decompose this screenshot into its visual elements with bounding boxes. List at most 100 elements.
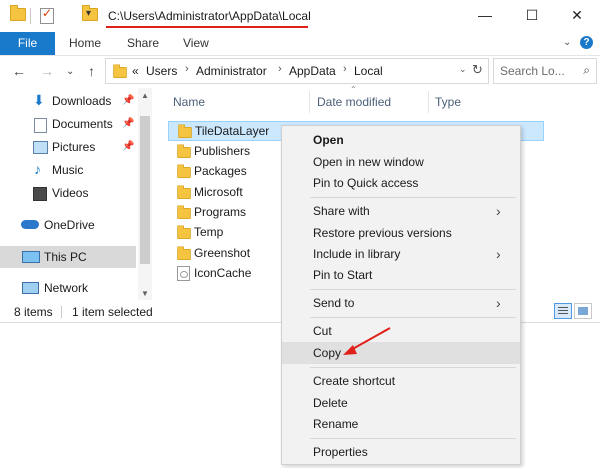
file-icon	[177, 266, 190, 281]
help-icon[interactable]: ?	[580, 36, 593, 49]
chevron-right-icon[interactable]: ›	[343, 63, 347, 75]
documents-icon	[34, 118, 47, 133]
recent-locations-icon[interactable]: ⌄	[66, 66, 74, 77]
annotation-underline	[106, 26, 308, 28]
ribbon-expand-icon[interactable]: ⌄	[563, 37, 571, 48]
menu-item-delete[interactable]: Delete	[282, 392, 520, 414]
large-icons-view-icon	[578, 307, 588, 315]
nav-item-onedrive[interactable]: OneDrive	[0, 214, 136, 236]
chevron-right-icon[interactable]: ›	[278, 63, 282, 75]
menu-item-rename[interactable]: Rename	[282, 413, 520, 435]
nav-item-this-pc[interactable]: This PC	[0, 246, 136, 268]
menu-label: Include in library	[313, 247, 401, 261]
column-header-name[interactable]: Name	[173, 95, 205, 109]
pin-icon[interactable]: 📌	[122, 136, 134, 158]
folder-icon	[177, 185, 191, 200]
file-name: IconCache	[194, 266, 252, 280]
search-placeholder: Search Lo...	[500, 64, 565, 78]
menu-item-cut[interactable]: Cut	[282, 320, 520, 342]
pictures-icon	[33, 141, 48, 154]
selection-count: 1 item selected	[72, 305, 153, 319]
pin-icon[interactable]: 📌	[122, 113, 134, 135]
menu-item-pin-to-start[interactable]: Pin to Start	[282, 264, 520, 286]
up-button[interactable]: ↑	[88, 63, 95, 79]
nav-scrollbar-thumb[interactable]	[140, 116, 150, 264]
menu-item-share-with[interactable]: Share with ›	[282, 200, 520, 222]
chevron-right-icon: ›	[496, 203, 501, 219]
nav-label: Network	[44, 281, 89, 295]
nav-item-pictures[interactable]: Pictures 📌	[0, 136, 136, 158]
properties-icon[interactable]	[40, 6, 54, 24]
nav-label: Pictures	[52, 140, 96, 154]
menu-separator	[310, 197, 516, 198]
breadcrumb-users[interactable]: Users	[146, 64, 177, 78]
folder-icon	[113, 64, 127, 79]
menu-label: Properties	[313, 445, 368, 459]
scroll-up-icon[interactable]: ▲	[141, 91, 149, 100]
nav-label: OneDrive	[44, 218, 95, 232]
menu-item-copy[interactable]: Copy	[282, 342, 520, 364]
menu-separator	[310, 367, 516, 368]
search-input[interactable]: Search Lo... ⌕	[493, 58, 597, 84]
menu-label: Send to	[313, 296, 355, 310]
file-name: Packages	[194, 164, 247, 178]
annotation-arrow-icon	[343, 327, 391, 355]
file-name: TileDataLayer	[195, 124, 270, 138]
folder-icon	[177, 246, 191, 261]
folder-icon	[177, 164, 191, 179]
folder-icon	[177, 205, 191, 220]
nav-item-videos[interactable]: Videos	[0, 182, 136, 204]
menu-item-send-to[interactable]: Send to ›	[282, 292, 520, 314]
menu-item-include-in-library[interactable]: Include in library ›	[282, 243, 520, 265]
chevron-right-icon[interactable]: ›	[185, 63, 189, 75]
address-bar[interactable]: « Users › Administrator › AppData › Loca…	[105, 58, 489, 84]
breadcrumb-overflow[interactable]: «	[132, 64, 139, 78]
details-view-button[interactable]	[554, 303, 572, 319]
scroll-down-icon[interactable]: ▼	[141, 289, 149, 298]
minimize-button[interactable]: —	[462, 0, 508, 30]
menu-item-pin-to-quick-access[interactable]: Pin to Quick access	[282, 172, 520, 194]
refresh-icon[interactable]: ↻	[472, 62, 483, 78]
menu-item-open-in-new-window[interactable]: Open in new window	[282, 151, 520, 173]
onedrive-icon	[21, 220, 39, 229]
address-dropdown-icon[interactable]: ⌄	[459, 64, 467, 75]
nav-item-downloads[interactable]: ⬇ Downloads 📌	[0, 90, 136, 112]
nav-item-documents[interactable]: Documents 📌	[0, 113, 136, 135]
menu-item-create-shortcut[interactable]: Create shortcut	[282, 370, 520, 392]
item-count: 8 items	[14, 305, 53, 319]
back-button[interactable]: ←	[12, 63, 26, 79]
network-icon	[22, 282, 39, 294]
window-title: C:\Users\Administrator\AppData\Local	[108, 9, 311, 23]
breadcrumb-administrator[interactable]: Administrator	[196, 64, 267, 78]
tab-home[interactable]: Home	[69, 32, 101, 55]
quick-access-dropdown-icon[interactable]: ▾	[86, 8, 91, 19]
nav-item-music[interactable]: ♪ Music	[0, 159, 136, 181]
breadcrumb-appdata[interactable]: AppData	[289, 64, 336, 78]
nav-item-network[interactable]: Network	[0, 277, 136, 299]
music-icon: ♪	[34, 161, 41, 177]
close-button[interactable]: ✕	[554, 0, 600, 30]
divider	[428, 91, 429, 113]
menu-item-properties[interactable]: Properties	[282, 441, 520, 463]
tab-share[interactable]: Share	[127, 32, 159, 55]
breadcrumb-local[interactable]: Local	[354, 64, 383, 78]
details-view-icon	[558, 307, 568, 315]
tab-file[interactable]: File	[0, 32, 55, 55]
videos-icon	[33, 187, 47, 201]
folder-icon	[10, 5, 26, 21]
menu-label: Pin to Quick access	[313, 176, 419, 190]
maximize-button[interactable]: ☐	[509, 0, 555, 30]
column-header-type[interactable]: Type	[435, 95, 461, 109]
file-name: Greenshot	[194, 246, 251, 260]
large-icons-view-button[interactable]	[574, 303, 592, 319]
menu-separator	[310, 438, 516, 439]
tab-view[interactable]: View	[183, 32, 209, 55]
menu-separator	[310, 317, 516, 318]
pin-icon[interactable]: 📌	[122, 90, 134, 112]
file-name: Publishers	[194, 144, 251, 158]
menu-item-restore-previous-versions[interactable]: Restore previous versions	[282, 222, 520, 244]
forward-button[interactable]: →	[40, 63, 54, 79]
divider	[30, 8, 31, 24]
menu-item-open[interactable]: Open	[282, 129, 520, 151]
column-header-date-modified[interactable]: Date modified	[317, 95, 391, 109]
